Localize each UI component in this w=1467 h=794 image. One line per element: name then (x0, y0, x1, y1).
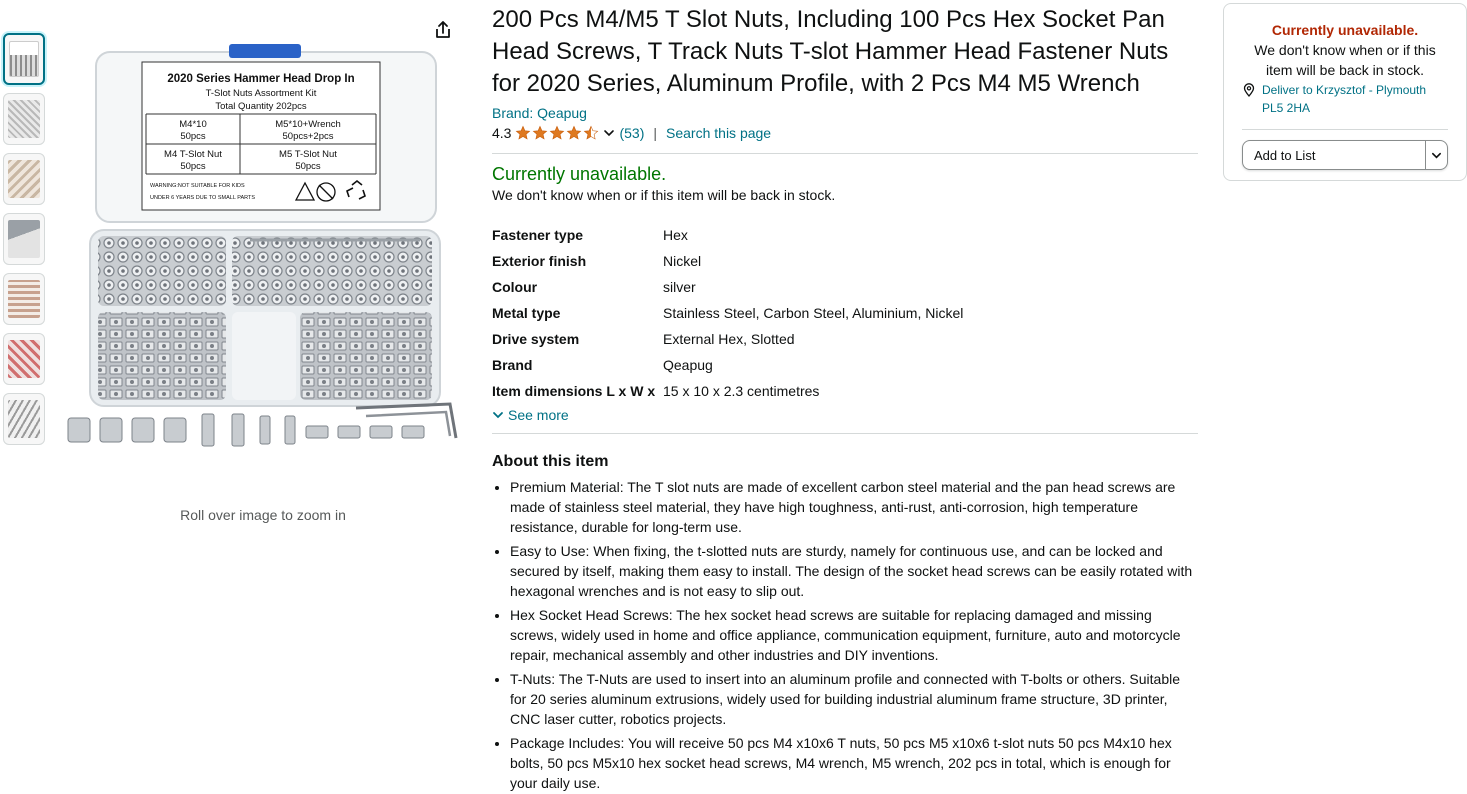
thumbnail-image (8, 220, 40, 258)
star-rating[interactable] (515, 125, 600, 141)
product-details: 200 Pcs M4/M5 T Slot Nuts, Including 100… (492, 4, 1198, 794)
spec-key: Drive system (492, 331, 580, 347)
location-pin-icon (1243, 83, 1255, 97)
spec-key: Item dimensions L x W x (492, 383, 656, 399)
spec-value: External Hex, Slotted (663, 331, 795, 347)
label-cell: M4 T-Slot Nut (164, 149, 222, 160)
buybox-detail: We don't know when or if this item will … (1254, 42, 1436, 78)
spec-value: Nickel (663, 253, 702, 269)
spec-row: Colour silver (492, 274, 963, 300)
buy-box: Currently unavailable. We don't know whe… (1223, 3, 1467, 181)
label-cell: 50pcs+2pcs (283, 131, 334, 142)
about-bullets: Premium Material: The T slot nuts are ma… (492, 477, 1198, 793)
label-cell: 50pcs (295, 161, 321, 172)
divider (1242, 129, 1448, 130)
product-title: 200 Pcs M4/M5 T Slot Nuts, Including 100… (492, 6, 1169, 97)
thumbnail-image (9, 41, 39, 77)
thumbnail-image (8, 340, 40, 378)
thumbnail-image (8, 160, 40, 198)
spec-row: Drive system External Hex, Slotted (492, 326, 963, 352)
thumbnail-2[interactable] (3, 93, 45, 145)
about-bullet: Package Includes: You will receive 50 pc… (510, 733, 1198, 793)
zoom-hint: Roll over image to zoom in (180, 507, 346, 523)
label-cell: 50pcs (180, 131, 206, 142)
about-bullet: T-Nuts: The T-Nuts are used to insert in… (510, 669, 1198, 729)
label-line2: T-Slot Nuts Assortment Kit (206, 88, 317, 99)
star-full-icon (533, 125, 548, 140)
label-line3: Total Quantity 202pcs (215, 101, 307, 112)
main-product-image[interactable]: 2020 Series Hammer Head Drop In T-Slot N… (60, 40, 470, 460)
spec-row: Exterior finish Nickel (492, 248, 963, 274)
thumbnail-image (8, 400, 40, 438)
spec-key: Colour (492, 279, 538, 295)
spec-value: Qeapug (663, 357, 713, 373)
about-bullet: Easy to Use: When fixing, the t-slotted … (510, 541, 1198, 601)
spec-value: 15 x 10 x 2.3 centimetres (663, 383, 820, 399)
spec-value: Hex (663, 227, 688, 243)
star-full-icon (567, 125, 582, 140)
about-heading: About this item (492, 453, 609, 470)
spec-row: Brand Qeapug (492, 352, 963, 378)
label-line1: 2020 Series Hammer Head Drop In (167, 73, 354, 85)
ratings-count-link[interactable]: (53) (619, 125, 644, 141)
spec-row: Metal type Stainless Steel, Carbon Steel,… (492, 300, 963, 326)
label-cell: M5*10+Wrench (275, 119, 341, 130)
rating-value: 4.3 (492, 125, 512, 141)
thumbnail-7[interactable] (3, 393, 45, 445)
spec-value: Stainless Steel, Carbon Steel, Aluminium… (663, 305, 964, 321)
buybox-status: Currently unavailable. (1271, 22, 1419, 38)
spec-key: Metal type (492, 305, 561, 321)
thumbnail-1[interactable] (3, 33, 45, 85)
add-to-list-dropdown[interactable] (1425, 141, 1447, 169)
see-more-label: See more (508, 407, 569, 423)
divider (492, 153, 1198, 154)
star-half-icon (584, 125, 599, 140)
label-warning: UNDER 6 YEARS DUE TO SMALL PARTS (150, 195, 255, 201)
chevron-down-icon[interactable] (603, 127, 615, 139)
label-cell: 50pcs (180, 161, 206, 172)
thumbnail-image (8, 100, 40, 138)
share-icon[interactable] (433, 20, 453, 40)
add-to-list-button[interactable]: Add to List (1242, 140, 1448, 170)
brand-link[interactable]: Brand: Qeapug (492, 104, 587, 122)
thumbnail-3[interactable] (3, 153, 45, 205)
add-to-list-label: Add to List (1254, 147, 1316, 163)
specs-table: Fastener type Hex Exterior finish Nickel Col… (492, 222, 963, 404)
label-cell: M5 T-Slot Nut (279, 149, 337, 160)
about-bullet: Hex Socket Head Screws: The hex socket h… (510, 605, 1198, 665)
spec-key: Fastener type (492, 227, 584, 243)
spec-row: Fastener type Hex (492, 222, 963, 248)
separator: | (653, 125, 658, 141)
thumbnail-6[interactable] (3, 333, 45, 385)
search-page-link[interactable]: Search this page (666, 125, 771, 141)
rating-row: 4.3 (53) | Search this page (492, 123, 1198, 143)
thumbnail-4[interactable] (3, 213, 45, 265)
divider (492, 433, 1198, 434)
spec-value: silver (663, 279, 696, 295)
chevron-down-icon (1432, 152, 1441, 159)
deliver-to-label: Deliver to Krzysztof - Plymouth PL5 2HA (1262, 83, 1427, 115)
see-more-link[interactable]: See more (492, 405, 1198, 425)
chevron-down-icon (493, 412, 503, 419)
about-bullet: Premium Material: The T slot nuts are ma… (510, 477, 1198, 537)
availability-status: Currently unavailable. (492, 164, 667, 184)
label-warning: WARNING:NOT SUITABLE FOR KIDS (150, 183, 245, 189)
spec-key: Exterior finish (492, 253, 587, 269)
thumbnail-strip (3, 33, 45, 453)
spec-row: Item dimensions L x W x 15 x 10 x 2.3 cen… (492, 378, 963, 404)
availability-detail: We don't know when or if this item will … (492, 187, 836, 203)
star-full-icon (516, 125, 531, 140)
deliver-to-link[interactable]: Deliver to Krzysztof - Plymouth PL5 2HA (1242, 81, 1448, 117)
star-full-icon (550, 125, 565, 140)
thumbnail-5[interactable] (3, 273, 45, 325)
spec-key: Brand (492, 357, 533, 373)
thumbnail-image (8, 280, 40, 318)
label-cell: M4*10 (179, 119, 206, 130)
